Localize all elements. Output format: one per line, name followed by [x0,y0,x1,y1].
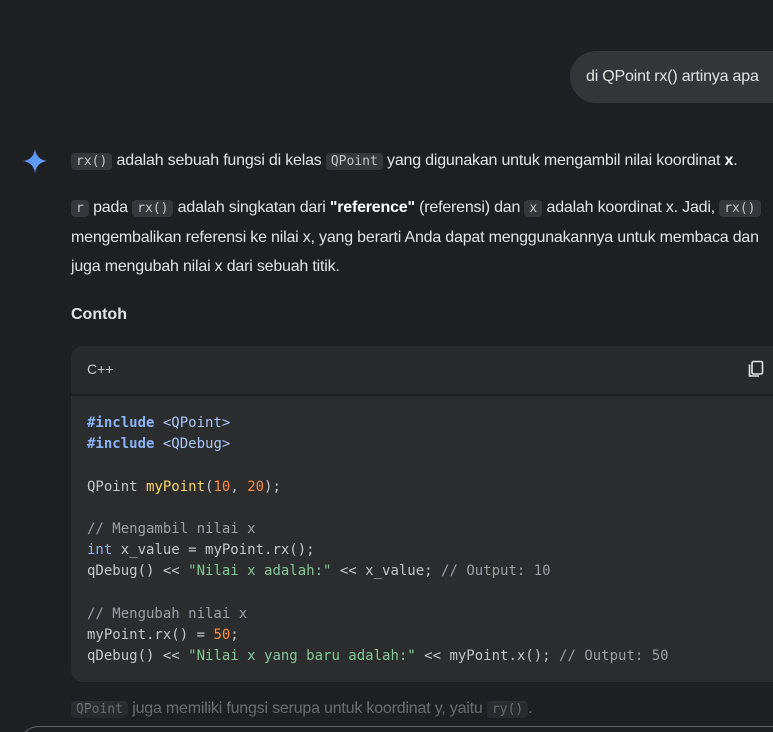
code-line: qDebug() << "Nilai x yang baru adalah:" … [87,648,669,665]
inline-code: rx() [71,153,113,170]
bold-text: "reference" [329,199,415,216]
response-paragraph-1: rx() adalah sebuah fungsi di kelas QPoin… [71,148,773,175]
code-line-empty [87,583,773,604]
text: . [733,152,738,169]
inline-code: ry() [486,701,529,718]
inline-code: QPoint [325,153,383,170]
code-line: QPoint myPoint(10, 20); [87,478,281,495]
code-block: C++ #include <QPoint> #include <QDebug> QP… [71,346,773,682]
response-paragraph-2: r pada rx() adalah singkatan dari "refer… [71,193,771,281]
inline-code: QPoint [71,701,128,718]
code-line: int x_value = myPoint.rx(); [87,542,315,559]
code-line: #include <QPoint> [87,415,231,431]
gemini-sparkle-icon [23,149,47,173]
section-heading: Contoh [71,306,127,323]
prompt-input-box[interactable] [18,726,773,732]
bold-text: x [724,152,734,169]
text: yang digunakan untuk mengambil nilai koo… [382,152,725,169]
code-block-header: C++ [71,346,773,396]
assistant-response: rx() adalah sebuah fungsi di kelas QPoin… [71,148,773,281]
text: . [528,700,533,717]
text: (referensi) dan [414,199,525,216]
code-line-empty [87,498,773,519]
text: mengembalikan referensi ke nilai x, yang… [71,229,759,275]
text: adalah sebuah fungsi di kelas [112,152,326,169]
chat-page: di QPoint rx() artinya apa rx() adalah s… [0,0,773,732]
code-language-label: C++ [87,361,114,377]
inline-code: rx() [132,200,174,217]
code-line-empty [87,455,773,476]
code-line: qDebug() << "Nilai x adalah:" << x_value… [87,563,551,580]
text: adalah singkatan dari [173,199,330,216]
text: juga memiliki fungsi serupa untuk koordi… [127,700,487,717]
response-paragraph-3: QPoint juga memiliki fungsi serupa untuk… [71,700,533,718]
code-content: #include <QPoint> #include <QDebug> QPoint… [71,396,773,667]
code-line: #include <QDebug> [87,436,231,453]
inline-code: r [71,200,89,217]
code-line: myPoint.rx() = 50; [87,626,239,643]
code-line: // Mengambil nilai x [87,520,256,537]
inline-code: rx() [719,200,761,217]
inline-code: x [524,200,543,217]
text: adalah koordinat x. Jadi, [542,199,720,216]
user-message-bubble: di QPoint rx() artinya apa [570,51,773,103]
code-line: // Mengubah nilai x [87,605,248,622]
copy-icon[interactable] [747,360,765,378]
user-message-text: di QPoint rx() artinya apa [586,68,759,85]
text: pada [88,199,133,216]
